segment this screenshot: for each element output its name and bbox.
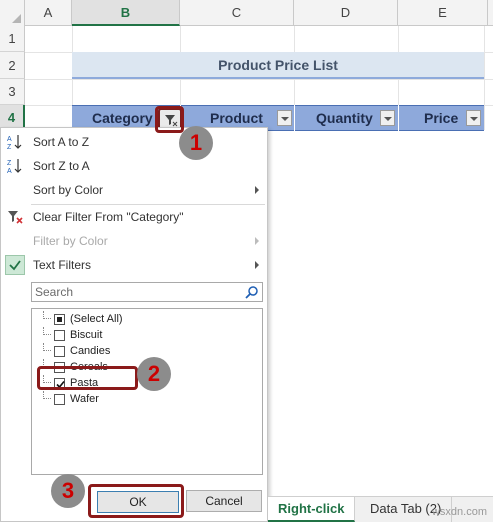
checkbox-select-all[interactable] bbox=[54, 314, 65, 325]
checkbox-candies[interactable] bbox=[54, 346, 65, 357]
highlight-pasta-item bbox=[37, 366, 138, 390]
menu-sort-z-to-a[interactable]: Z A Sort Z to A bbox=[1, 154, 267, 178]
column-header-a[interactable]: A bbox=[25, 0, 72, 26]
chevron-right-icon bbox=[255, 261, 259, 269]
svg-text:A: A bbox=[7, 168, 12, 175]
autofilter-menu: A Z Sort A to Z Z A Sort Z to A Sort by … bbox=[0, 127, 268, 522]
menu-item-label: Sort A to Z bbox=[33, 135, 90, 149]
header-quantity[interactable]: Quantity bbox=[316, 106, 373, 130]
clear-filter-icon bbox=[8, 211, 23, 224]
product-filter-button[interactable] bbox=[277, 110, 292, 126]
header-divider bbox=[398, 105, 399, 131]
tree-connector bbox=[43, 327, 51, 335]
list-item-label: Wafer bbox=[70, 393, 99, 405]
cancel-button[interactable]: Cancel bbox=[186, 490, 262, 512]
sort-ascending-icon: A Z bbox=[7, 135, 22, 151]
menu-sort-a-to-z[interactable]: A Z Sort A to Z bbox=[1, 130, 267, 154]
list-item-label: Biscuit bbox=[70, 329, 103, 341]
column-header-d[interactable]: D bbox=[294, 0, 398, 26]
check-indicator bbox=[5, 255, 25, 275]
list-item-label: Candies bbox=[70, 345, 111, 357]
header-price[interactable]: Price bbox=[424, 106, 458, 130]
filter-search-input[interactable]: Search bbox=[31, 282, 263, 302]
check-icon bbox=[9, 260, 21, 271]
highlight-filter-button bbox=[155, 106, 184, 133]
list-item-wafer[interactable]: Wafer bbox=[32, 391, 262, 407]
checkbox-wafer[interactable] bbox=[54, 394, 65, 405]
menu-filter-by-color: Filter by Color bbox=[1, 229, 267, 253]
column-header-row: A B C D E bbox=[0, 0, 493, 26]
svg-text:Z: Z bbox=[7, 144, 12, 151]
step-badge-1: 1 bbox=[179, 126, 213, 160]
menu-item-label: Filter by Color bbox=[33, 234, 108, 248]
chevron-down-icon bbox=[470, 117, 478, 121]
menu-item-label: Text Filters bbox=[33, 258, 92, 272]
search-icon bbox=[245, 286, 258, 299]
column-header-c[interactable]: C bbox=[180, 0, 294, 26]
column-header-b[interactable]: B bbox=[72, 0, 180, 26]
search-placeholder: Search bbox=[35, 285, 74, 299]
row-header-2[interactable]: 2 bbox=[0, 52, 25, 79]
list-item-candies[interactable]: Candies bbox=[32, 343, 262, 359]
svg-text:Z: Z bbox=[7, 160, 12, 167]
chevron-right-icon bbox=[255, 237, 259, 245]
list-item-select-all[interactable]: (Select All) bbox=[32, 311, 262, 327]
column-header-e[interactable]: E bbox=[398, 0, 488, 26]
filter-value-list[interactable]: (Select All) Biscuit Candies Cereals Pas… bbox=[31, 308, 263, 475]
chevron-down-icon bbox=[384, 117, 392, 121]
menu-clear-filter[interactable]: Clear Filter From "Category" bbox=[1, 205, 267, 229]
chevron-right-icon bbox=[255, 186, 259, 194]
menu-item-label: Sort by Color bbox=[33, 183, 104, 197]
chevron-down-icon bbox=[281, 117, 289, 121]
menu-item-label: Clear Filter From "Category" bbox=[33, 210, 184, 224]
list-item-biscuit[interactable]: Biscuit bbox=[32, 327, 262, 343]
step-badge-3: 3 bbox=[51, 474, 85, 508]
menu-item-label: Sort Z to A bbox=[33, 159, 90, 173]
tab-right-click[interactable]: Right-click bbox=[268, 497, 356, 522]
checkbox-biscuit[interactable] bbox=[54, 330, 65, 341]
tree-connector bbox=[43, 343, 51, 351]
select-all-corner[interactable] bbox=[0, 0, 25, 26]
watermark: wsxdn.com bbox=[431, 506, 487, 518]
gridline bbox=[25, 79, 493, 80]
step-badge-2: 2 bbox=[137, 357, 171, 391]
corner-triangle-icon bbox=[12, 14, 21, 23]
tree-connector bbox=[43, 311, 51, 319]
menu-text-filters[interactable]: Text Filters bbox=[1, 253, 267, 277]
price-filter-button[interactable] bbox=[466, 110, 481, 126]
highlight-ok-button bbox=[88, 484, 184, 518]
svg-text:A: A bbox=[7, 136, 12, 143]
row-header-1[interactable]: 1 bbox=[0, 26, 25, 52]
row-header-3[interactable]: 3 bbox=[0, 79, 25, 105]
list-item-label: (Select All) bbox=[70, 313, 123, 325]
quantity-filter-button[interactable] bbox=[380, 110, 395, 126]
sheet-title[interactable]: Product Price List bbox=[72, 52, 484, 79]
gridline bbox=[484, 26, 485, 130]
menu-sort-by-color[interactable]: Sort by Color bbox=[1, 178, 267, 202]
tree-connector bbox=[43, 391, 51, 399]
sort-descending-icon: Z A bbox=[7, 159, 22, 175]
header-divider bbox=[294, 105, 295, 131]
